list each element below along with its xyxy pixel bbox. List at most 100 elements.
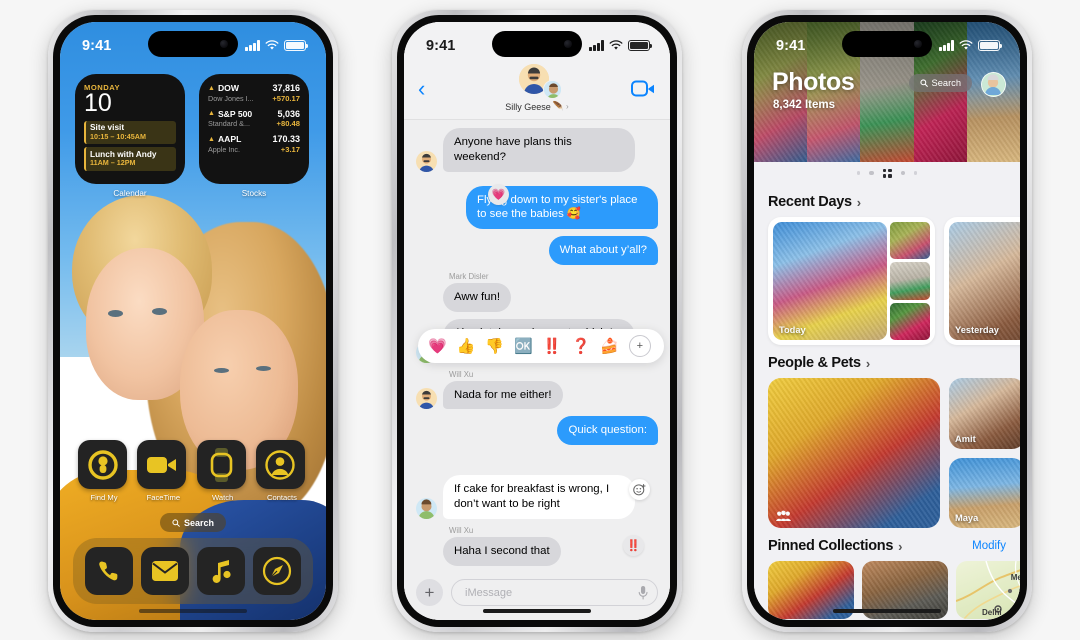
stocks-row[interactable]: ▲ DOW 37,816 Dow Jones I... +570.17 (208, 83, 300, 103)
stock-name: Standard &... (208, 119, 250, 128)
message-bubble[interactable]: Quick question: (557, 416, 658, 446)
app-facetime[interactable]: FaceTime (137, 440, 189, 502)
message-row[interactable]: Aww fun! (416, 283, 658, 312)
app-find-my[interactable]: Find My (78, 440, 130, 502)
calendar-widget[interactable]: MONDAY 10 Site visit 10:15 – 10:45AM Lun… (75, 74, 185, 184)
section-title: People & Pets (768, 355, 861, 371)
avatar[interactable] (981, 72, 1006, 97)
page-dot[interactable] (914, 171, 918, 175)
recent-day-card[interactable]: Yesterday (944, 217, 1020, 345)
goose-emoji-icon: 🪶 (552, 101, 565, 111)
map-label: Ghaz (1018, 592, 1020, 601)
tapback-picker[interactable]: 💗 👍 👎 🆗 ‼️ ❓ 🍰 + (418, 329, 664, 363)
pinned-collection-map[interactable]: Meerut Ghaz Delhi (956, 561, 1020, 619)
map-label: Meerut (1010, 573, 1020, 582)
chevron-left-icon[interactable]: ‹ (418, 78, 425, 100)
tapback-option-haha[interactable]: 🆗 (514, 337, 533, 355)
recent-day-caption: Yesterday (955, 325, 999, 335)
grid-icon[interactable] (882, 168, 892, 178)
message-row[interactable]: If cake for breakfast is wrong, I don’t … (416, 475, 658, 519)
device-iphone-home: 9:41 MONDAY 10 Site visit 10:15 – 10:45A… (48, 10, 338, 632)
message-row[interactable]: Nada for me either! (416, 380, 658, 410)
device-iphone-photos: Photos 8,342 Items Search 9:41 Recent Da… (742, 10, 1032, 632)
section-recent-days: Recent Days › Today Yesterday (754, 194, 1020, 345)
message-row[interactable]: Haha I second that ‼️ (416, 534, 658, 566)
message-bubble[interactable]: Aww fun! (443, 283, 512, 312)
video-camera-icon[interactable] (631, 80, 655, 102)
tapback-option-thumbsup[interactable]: 👍 (457, 337, 476, 355)
message-row[interactable]: Flying down to my sister's place to see … (416, 185, 658, 230)
group-avatars (513, 64, 562, 99)
message-bubble[interactable]: If cake for breakfast is wrong, I don’t … (443, 475, 635, 519)
section-title-row[interactable]: Pinned Collections › (768, 538, 902, 554)
stocks-row[interactable]: ▲ AAPL 170.33 Apple Inc. +3.17 (208, 134, 300, 154)
section-title-row[interactable]: Recent Days › (768, 194, 861, 210)
stock-name: Dow Jones I... (208, 93, 254, 103)
page-indicator[interactable] (754, 162, 1020, 184)
calendar-event-time: 11AM – 12PM (90, 158, 136, 168)
message-bubble[interactable]: Haha I second that (443, 536, 561, 566)
safari-icon[interactable] (253, 547, 301, 595)
recent-day-thumb[interactable] (890, 222, 930, 260)
watch-icon (196, 440, 246, 489)
tapback-option-cake[interactable]: 🍰 (600, 337, 619, 355)
person-card[interactable]: Maya (949, 457, 1020, 528)
photos-search-button[interactable]: Search (908, 74, 972, 92)
wallpaper-eye (256, 366, 271, 372)
findmy-icon (78, 440, 127, 489)
app-label: Watch (212, 493, 234, 502)
message-bubble[interactable]: Anyone have plans this weekend? (443, 128, 635, 172)
tapback-option-thumbsdown[interactable]: 👎 (485, 337, 504, 355)
mail-icon[interactable] (141, 547, 189, 595)
section-title-row[interactable]: People & Pets › (768, 355, 870, 371)
message-thread[interactable]: Anyone have plans this weekend? 💗 Flying… (404, 120, 670, 573)
chevron-right-icon: › (898, 538, 903, 554)
group-name-row: Silly Geese 🪶 › (505, 101, 568, 112)
stock-symbol: DOW (217, 83, 239, 93)
message-row[interactable]: Anyone have plans this weekend? (416, 128, 658, 172)
recent-day-main-photo[interactable]: Yesterday (949, 222, 1020, 340)
tapback-add-button[interactable]: + (628, 335, 651, 357)
calendar-event-time: 10:15 – 10:45AM (90, 131, 146, 141)
people-pets-row[interactable]: Amit Maya (768, 378, 1020, 528)
imessage-input[interactable]: iMessage (451, 579, 658, 606)
calendar-event[interactable]: Lunch with Andy 11AM – 12PM (84, 147, 176, 171)
recent-day-card[interactable]: Today (768, 217, 935, 345)
stocks-row[interactable]: ▲ S&P 500 5,036 Standard &... +80.48 (208, 109, 300, 129)
recent-day-thumb[interactable] (890, 302, 930, 340)
emoji-plus-icon[interactable] (629, 479, 650, 501)
stocks-widget[interactable]: ▲ DOW 37,816 Dow Jones I... +570.17 ▲ S&… (199, 74, 309, 184)
music-icon[interactable] (197, 547, 245, 595)
messages-screen: 9:41 ‹ Silly Geese 🪶 › Anyone have plans… (404, 22, 670, 620)
tapback-exclamation-icon[interactable]: ‼️ (623, 534, 644, 556)
message-bubble[interactable]: What about y’all? (548, 236, 658, 266)
people-group-photo[interactable] (768, 378, 940, 528)
app-contacts[interactable]: Contacts (255, 440, 308, 502)
section-people-pets: People & Pets › Amit Maya (754, 355, 1020, 528)
avatar (416, 497, 437, 519)
message-row[interactable]: What about y’all? (416, 236, 658, 266)
app-watch[interactable]: Watch (196, 440, 249, 502)
recent-day-main-photo[interactable]: Today (773, 222, 887, 340)
tapback-option-heart[interactable]: 💗 (428, 337, 447, 355)
home-search-button[interactable]: Search (159, 513, 227, 532)
message-bubble[interactable]: Nada for me either! (443, 380, 563, 410)
page-dot[interactable] (900, 170, 906, 176)
tapback-heart-icon[interactable]: 💗 (488, 183, 509, 205)
dynamic-island (148, 31, 238, 57)
recent-day-thumb[interactable] (890, 262, 930, 300)
message-row[interactable]: Quick question: (416, 416, 658, 446)
calendar-event[interactable]: Site visit 10:15 – 10:45AM (84, 120, 176, 144)
page-dot[interactable] (868, 170, 874, 176)
facetime-icon (137, 440, 187, 489)
stocks-widget-column: ▲ DOW 37,816 Dow Jones I... +570.17 ▲ S&… (199, 74, 309, 198)
page-dot[interactable] (856, 171, 860, 175)
person-card[interactable]: Amit (949, 378, 1020, 449)
tapback-option-question[interactable]: ❓ (571, 337, 590, 355)
add-attachment-button[interactable]: + (416, 579, 443, 606)
phone-icon[interactable] (85, 547, 133, 595)
modify-button[interactable]: Modify (972, 540, 1006, 552)
recent-days-row[interactable]: Today Yesterday (768, 217, 1020, 345)
device-bezel: Photos 8,342 Items Search 9:41 Recent Da… (747, 15, 1027, 627)
tapback-option-exclamation[interactable]: ‼️ (543, 337, 562, 355)
